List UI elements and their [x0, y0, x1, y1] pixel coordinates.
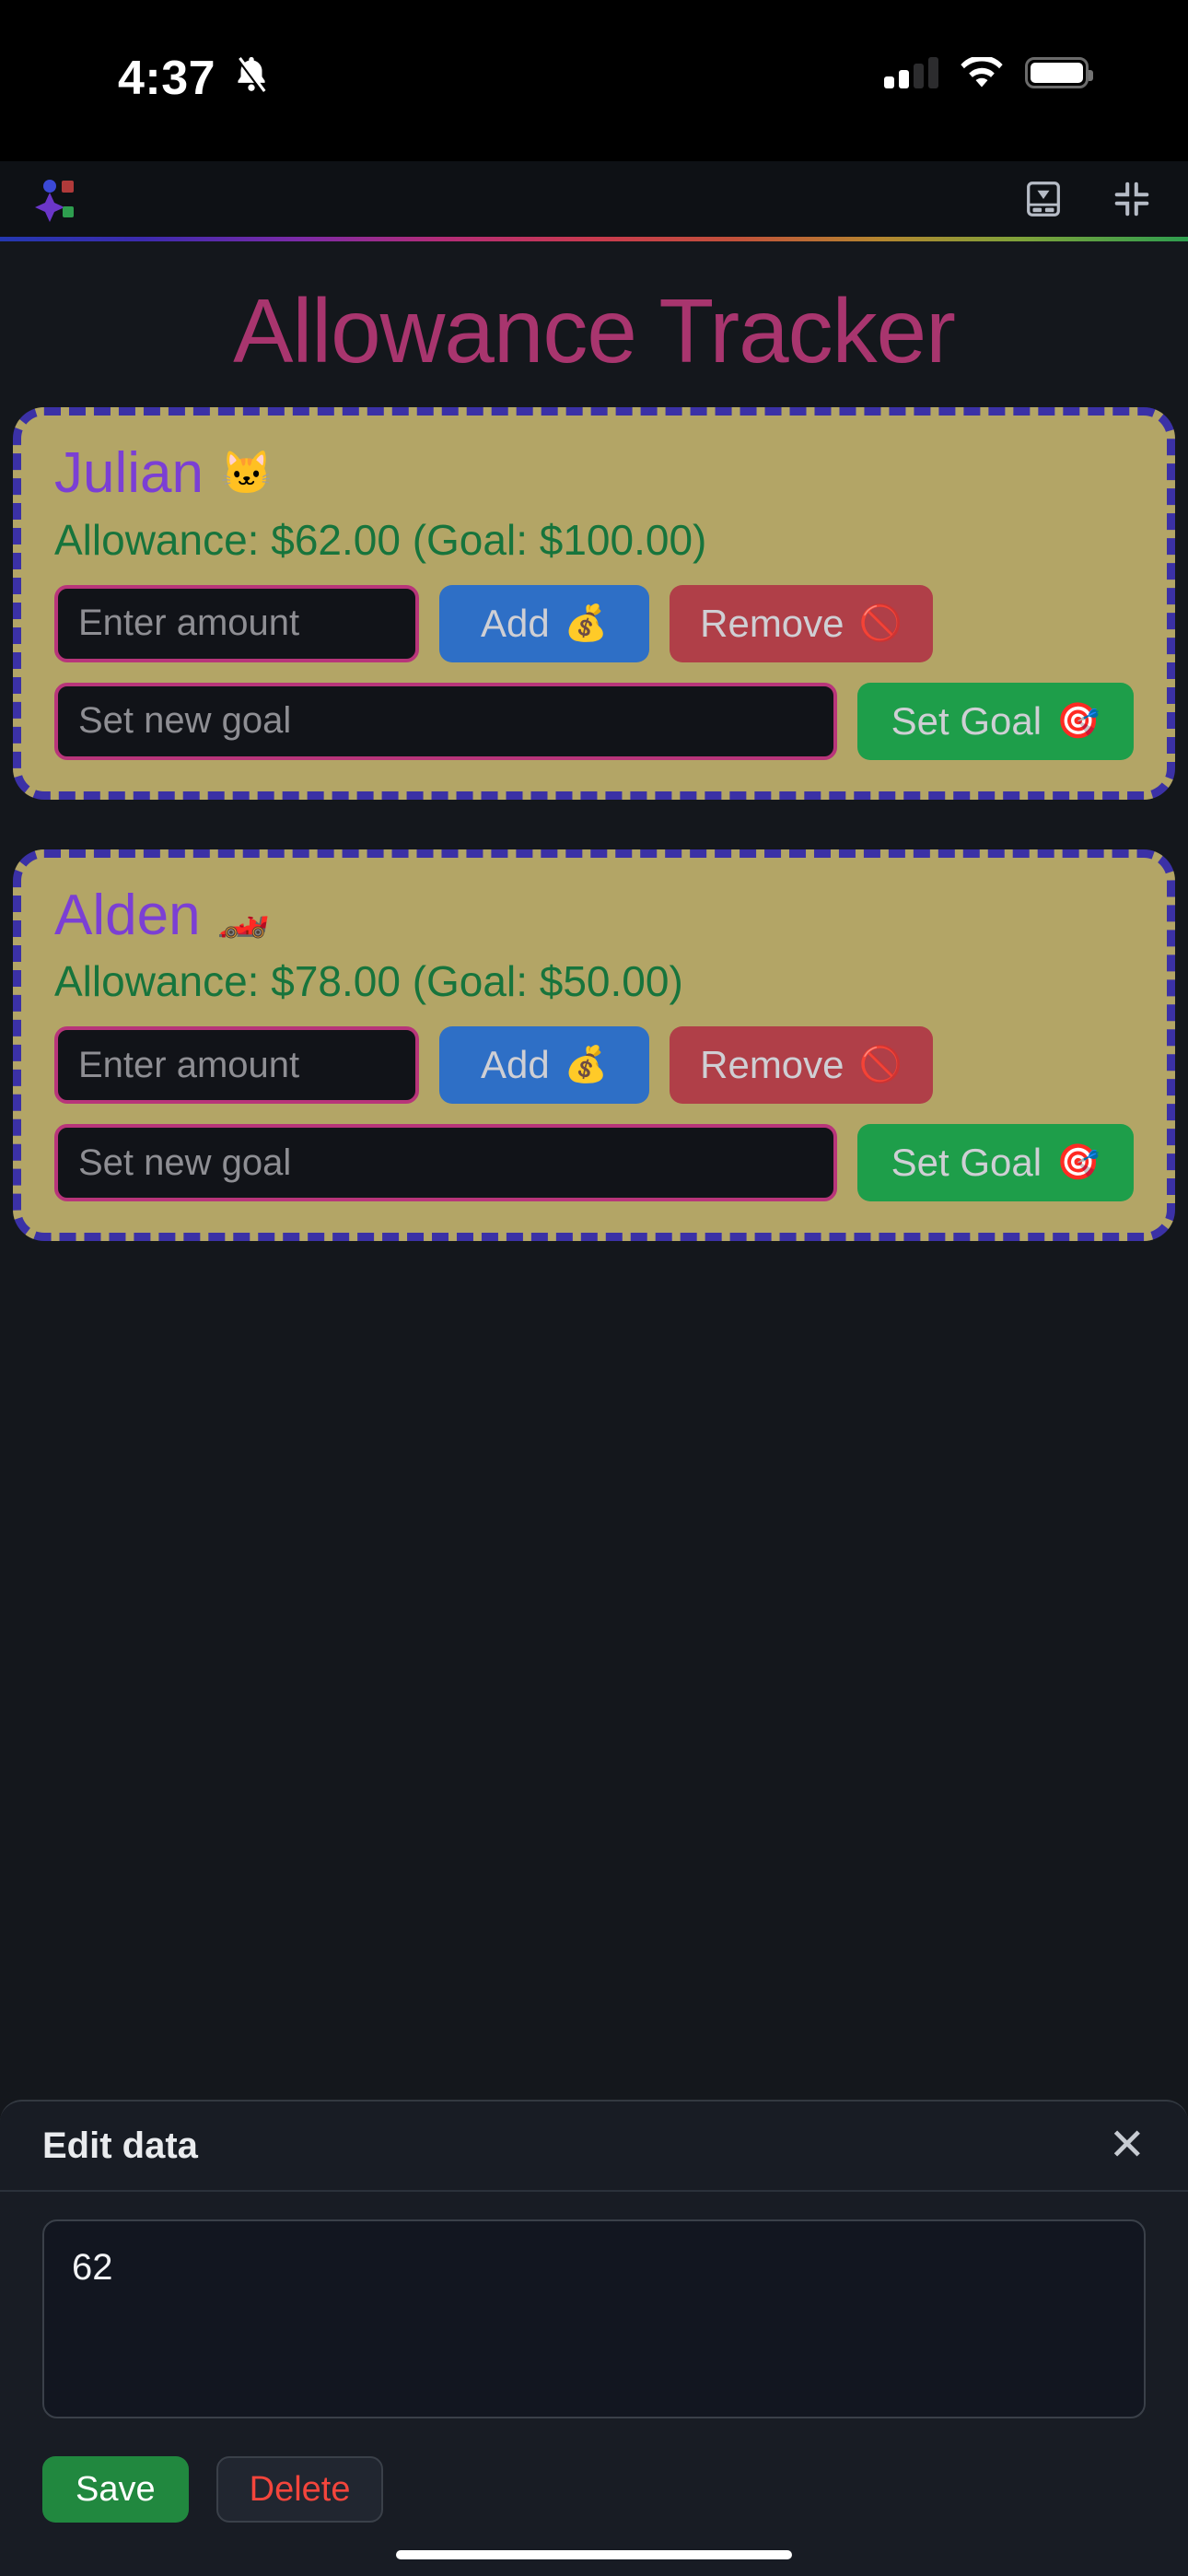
cellular-signal-icon: [884, 57, 938, 88]
remove-button[interactable]: Remove 🚫: [670, 584, 933, 662]
dock-to-bottom-icon[interactable]: [1022, 178, 1065, 220]
set-goal-button-label: Set Goal: [891, 698, 1042, 743]
allowance-summary: Allowance: $78.00 (Goal: $50.00): [54, 957, 683, 1005]
money-bag-emoji: 💰: [564, 1046, 609, 1084]
set-goal-button[interactable]: Set Goal 🎯: [857, 682, 1134, 760]
allowance-summary: Allowance: $62.00 (Goal: $100.00): [54, 515, 707, 564]
set-goal-button[interactable]: Set Goal 🎯: [857, 1124, 1134, 1201]
edit-data-panel: Edit data ✕ Save Delete: [0, 2100, 1188, 2576]
save-button[interactable]: Save: [42, 2456, 189, 2523]
bell-muted-icon: [237, 56, 266, 94]
add-button[interactable]: Add 💰: [439, 584, 649, 662]
prohibited-emoji: 🚫: [858, 603, 903, 643]
add-button[interactable]: Add 💰: [439, 1026, 649, 1104]
goal-row: Set Goal 🎯: [54, 682, 1134, 760]
amount-input[interactable]: [54, 1026, 419, 1104]
card-name-row: Alden 🏎️: [54, 880, 1134, 952]
phone-screen: 4:37 Allowance Tracker Julian 🐱 Allowanc…: [0, 0, 1188, 2576]
remove-button-label: Remove: [700, 601, 844, 645]
page-title: Allowance Tracker: [233, 280, 956, 381]
goal-input[interactable]: [54, 1124, 837, 1201]
home-indicator: [396, 2550, 792, 2559]
allowance-card: Julian 🐱 Allowance: $62.00 (Goal: $100.0…: [13, 407, 1175, 800]
edit-panel-title: Edit data: [42, 2125, 198, 2166]
amount-input[interactable]: [54, 584, 419, 662]
money-bag-emoji: 💰: [564, 603, 609, 643]
set-goal-button-label: Set Goal: [891, 1141, 1042, 1184]
chrome-actions: [1022, 178, 1153, 220]
prohibited-emoji: 🚫: [858, 1046, 903, 1084]
status-bar: 4:37: [0, 0, 1188, 161]
amount-row: Add 💰 Remove 🚫: [54, 584, 1134, 662]
remove-button[interactable]: Remove 🚫: [670, 1026, 933, 1104]
status-bar-indicators: [884, 57, 1093, 88]
ai-sparkle-logo: [35, 174, 90, 224]
close-icon[interactable]: ✕: [1109, 2124, 1146, 2168]
wifi-icon: [961, 57, 1003, 88]
add-button-label: Add: [480, 1043, 550, 1086]
amount-row: Add 💰 Remove 🚫: [54, 1026, 1134, 1104]
cat-face-emoji: 🐱: [220, 449, 274, 497]
collapse-inward-icon[interactable]: [1111, 178, 1153, 220]
goal-row: Set Goal 🎯: [54, 1124, 1134, 1201]
child-name: Julian: [54, 441, 204, 505]
target-emoji: 🎯: [1056, 1143, 1101, 1182]
child-name: Alden: [54, 883, 201, 947]
battery-full-icon: [1025, 57, 1093, 88]
edit-panel-footer: Save Delete: [0, 2423, 1188, 2523]
card-name-row: Julian 🐱: [54, 438, 1134, 509]
add-button-label: Add: [480, 601, 550, 645]
delete-button[interactable]: Delete: [215, 2456, 384, 2523]
target-emoji: 🎯: [1056, 701, 1101, 741]
allowance-card: Alden 🏎️ Allowance: $78.00 (Goal: $50.00…: [13, 849, 1175, 1241]
edit-panel-header: Edit data ✕: [0, 2102, 1188, 2192]
edit-data-textarea[interactable]: [42, 2219, 1146, 2418]
racing-car-emoji: 🏎️: [216, 890, 270, 939]
edit-panel-body: [0, 2192, 1188, 2423]
app-chrome-bar: [0, 161, 1188, 237]
main-content: Allowance Tracker Julian 🐱 Allowance: $6…: [0, 241, 1188, 2576]
remove-button-label: Remove: [700, 1043, 844, 1086]
goal-input[interactable]: [54, 682, 837, 760]
status-bar-time: 4:37: [118, 52, 216, 105]
